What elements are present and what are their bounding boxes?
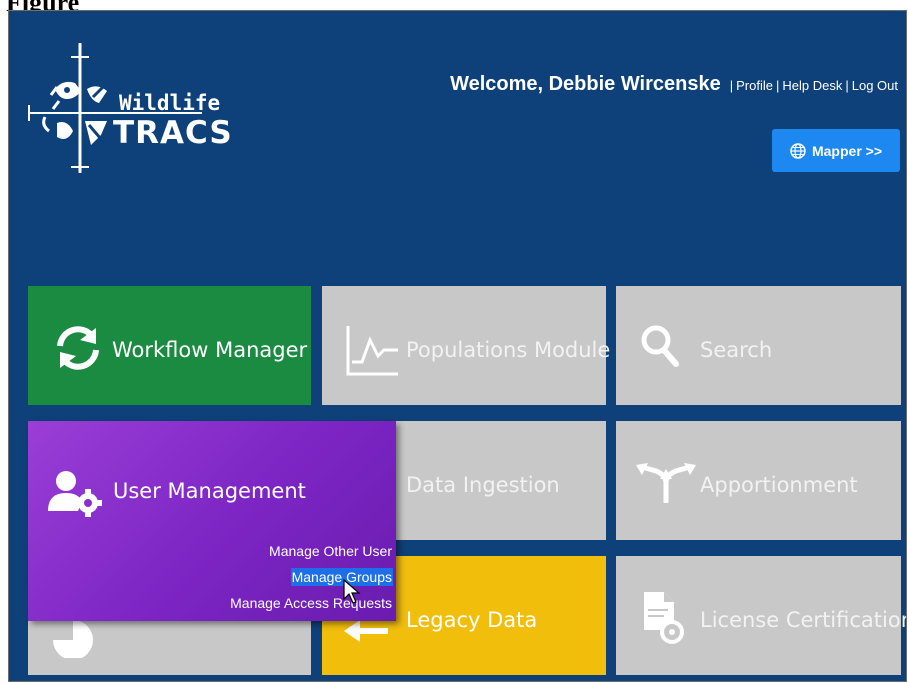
- link-separator: |: [729, 78, 734, 93]
- help-desk-link[interactable]: Help Desk: [782, 78, 842, 93]
- magnifier-icon: [641, 325, 679, 367]
- logo-word-tracs: TRACS: [113, 115, 233, 151]
- tile-label: Populations Module: [406, 338, 611, 362]
- globe-icon: [790, 142, 806, 159]
- tile-label: Workflow Manager: [112, 338, 308, 362]
- user-gear-icon: [48, 471, 102, 517]
- user-management-title: User Management: [113, 479, 306, 503]
- header-user-area: Welcome, Debbie Wircenske | Profile | Help …: [450, 73, 898, 96]
- pie-chart-icon: [53, 620, 93, 658]
- menu-item-manage-other-user[interactable]: Manage Other User: [229, 538, 393, 564]
- menu-item-label: Manage Other User: [269, 543, 392, 559]
- link-separator: |: [775, 78, 780, 93]
- tile-label: Legacy Data: [406, 608, 538, 632]
- mapper-button-label: Mapper >>: [811, 142, 883, 159]
- tile-label: License Certification: [700, 608, 907, 632]
- document-gear-icon: [644, 592, 684, 644]
- link-separator: |: [845, 78, 849, 93]
- arrow-left-icon: [344, 620, 388, 642]
- tile-label: Apportionment: [700, 473, 858, 497]
- arrows-split-icon: [636, 463, 696, 503]
- line-chart-icon: [346, 326, 398, 376]
- menu-item-manage-access-requests[interactable]: Manage Access Requests: [229, 590, 393, 616]
- menu-item-label: Manage Access Requests: [230, 595, 392, 611]
- tile-label: Search: [700, 338, 773, 362]
- app-window: Wildlife TRACS Welcome, Debbie Wircenske…: [8, 10, 907, 682]
- tile-label: Data Ingestion: [406, 473, 560, 497]
- tile-search[interactable]: Search: [616, 286, 901, 405]
- wildlife-tracs-logo[interactable]: Wildlife TRACS: [27, 39, 232, 179]
- user-management-panel[interactable]: User Management Manage Other User Manage…: [28, 421, 396, 621]
- mapper-button[interactable]: Mapper >>: [772, 129, 900, 172]
- log-out-link[interactable]: Log Out: [852, 78, 898, 93]
- menu-item-label: Manage Groups: [290, 568, 393, 586]
- welcome-message: Welcome, Debbie Wircenske: [450, 73, 721, 95]
- user-management-menu: Manage Other User Manage Groups Manage A…: [229, 538, 393, 616]
- tile-populations-module[interactable]: Populations Module: [322, 286, 610, 405]
- refresh-cycle-icon: [57, 326, 99, 370]
- logo-word-wildlife: Wildlife: [119, 91, 221, 115]
- profile-link[interactable]: Profile: [736, 78, 773, 93]
- header-links: | Profile | Help Desk | Log Out: [727, 78, 898, 93]
- tile-license-certification[interactable]: License Certification: [616, 556, 906, 675]
- mouse-pointer-icon: [343, 579, 361, 604]
- tile-workflow-manager[interactable]: Workflow Manager: [28, 286, 311, 405]
- menu-item-manage-groups[interactable]: Manage Groups: [229, 564, 393, 590]
- tile-apportionment[interactable]: Apportionment: [616, 421, 901, 540]
